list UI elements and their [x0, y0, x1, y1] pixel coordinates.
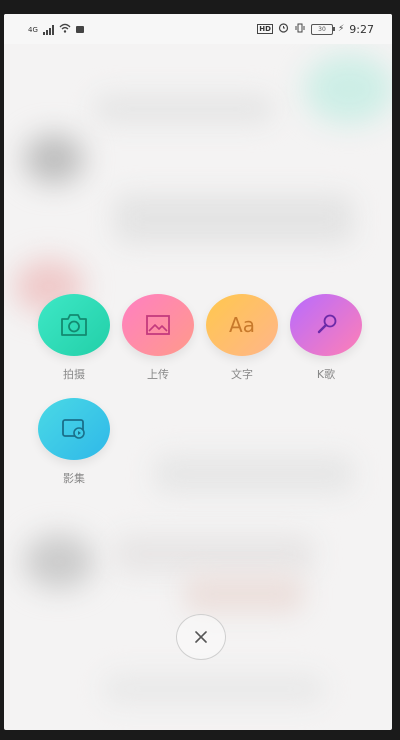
close-icon [195, 631, 207, 643]
text-label: 文字 [231, 368, 253, 381]
action-shoot[interactable]: 拍摄 [38, 294, 110, 382]
image-icon [146, 315, 170, 335]
photo-album-icon [62, 419, 85, 439]
blurred-background-shape [184, 574, 304, 614]
text-button[interactable]: Aa [206, 294, 278, 356]
signal-icon [42, 24, 54, 35]
karaoke-button[interactable] [290, 294, 362, 356]
blurred-background-shape [114, 534, 314, 574]
hd-badge: HD [257, 24, 273, 34]
vibrate-icon [294, 23, 306, 36]
action-upload[interactable]: 上传 [122, 294, 194, 382]
blurred-background-shape [24, 134, 84, 184]
shoot-label: 拍摄 [63, 368, 85, 381]
blurred-background-shape [114, 194, 354, 244]
karaoke-label: K歌 [316, 368, 336, 381]
phone-screen: 4G HD 30 ⚡ 9:27 拍摄 上传 Aa 文字 K歌 影集 [4, 14, 392, 730]
status-bar: 4G HD 30 ⚡ 9:27 [4, 14, 392, 44]
charging-icon: ⚡ [337, 24, 345, 34]
notification-icon [75, 26, 84, 33]
photo-album-label: 影集 [63, 472, 85, 485]
blurred-background-shape [94, 94, 274, 124]
shoot-button[interactable] [38, 294, 110, 356]
photo-album-button[interactable] [38, 398, 110, 460]
camera-icon [61, 314, 87, 336]
blurred-background-shape [24, 534, 94, 589]
action-photo-album[interactable]: 影集 [38, 398, 110, 486]
wifi-icon [59, 23, 71, 36]
action-text[interactable]: Aa 文字 [206, 294, 278, 382]
battery-icon: 30 [310, 23, 335, 35]
alarm-icon [278, 22, 289, 36]
network-type: 4G [28, 25, 38, 34]
text-aa-icon: Aa [229, 313, 255, 337]
upload-label: 上传 [147, 368, 169, 381]
blurred-background-shape [304, 54, 392, 124]
action-karaoke[interactable]: K歌 [290, 294, 362, 382]
status-bar-right: HD 30 ⚡ 9:27 [257, 22, 374, 36]
blurred-background-shape [104, 674, 324, 704]
blurred-background-shape [154, 454, 354, 494]
status-time: 9:27 [349, 22, 374, 36]
status-bar-left: 4G [28, 23, 84, 36]
microphone-icon [317, 314, 337, 334]
upload-button[interactable] [122, 294, 194, 356]
close-button[interactable] [176, 614, 226, 660]
